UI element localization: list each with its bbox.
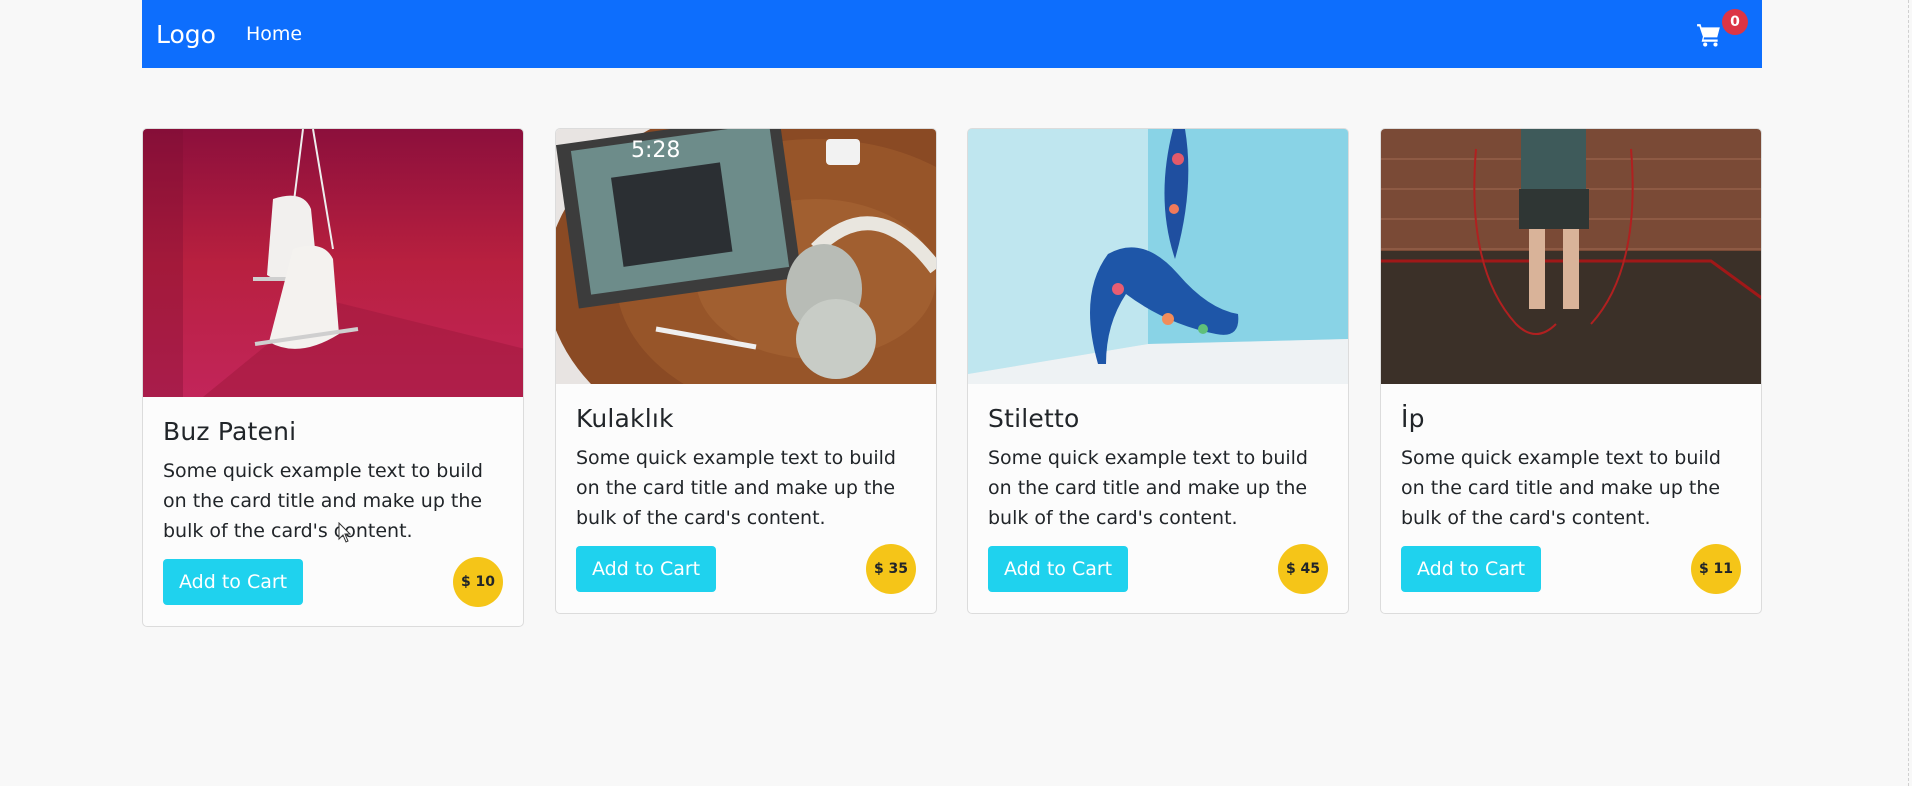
cart-button[interactable]: 0 [1696, 9, 1748, 50]
card-footer: Add to Cart $ 45 [988, 544, 1328, 594]
scrollbar-edge [1908, 0, 1912, 786]
add-to-cart-button[interactable]: Add to Cart [576, 546, 717, 592]
mouse-cursor-icon [338, 522, 352, 543]
headphones-tablet-photo: 5:28 [556, 129, 936, 384]
page: Logo Home 0 Buz Pateni Some quick exampl… [0, 0, 1912, 786]
price-badge: $ 35 [866, 544, 916, 594]
price-badge: $ 11 [1691, 544, 1741, 594]
card-text: Some quick example text to build on the … [988, 447, 1308, 529]
jump-rope-photo [1381, 129, 1761, 384]
brand-logo[interactable]: Logo [156, 20, 216, 49]
card-footer: Add to Cart $ 35 [576, 544, 916, 594]
nav-link-home[interactable]: Home [246, 23, 302, 45]
price-badge: $ 45 [1278, 544, 1328, 594]
price-badge: $ 10 [453, 557, 503, 607]
card-footer: Add to Cart $ 10 [163, 557, 503, 607]
stiletto-shoe-photo [968, 129, 1348, 384]
card-text: Some quick example text to build on the … [163, 460, 483, 542]
navbar: Logo Home 0 [142, 0, 1762, 68]
cart-count-badge: 0 [1722, 9, 1748, 35]
card-title: İp [1401, 404, 1425, 433]
card-text: Some quick example text to build on the … [576, 447, 896, 529]
add-to-cart-button[interactable]: Add to Cart [163, 559, 304, 605]
ice-skates-photo [143, 129, 523, 397]
card-body: Stiletto Some quick example text to buil… [968, 384, 1348, 613]
card-footer: Add to Cart $ 11 [1401, 544, 1741, 594]
add-to-cart-button[interactable]: Add to Cart [988, 546, 1129, 592]
svg-text:5:28: 5:28 [631, 138, 680, 163]
card-body: İp Some quick example text to build on t… [1381, 384, 1761, 613]
product-card-buz-pateni: Buz Pateni Some quick example text to bu… [142, 128, 524, 627]
card-title: Kulaklık [576, 404, 674, 433]
product-card-stiletto: Stiletto Some quick example text to buil… [967, 128, 1349, 614]
card-body: Buz Pateni Some quick example text to bu… [143, 397, 523, 626]
card-text: Some quick example text to build on the … [1401, 447, 1721, 529]
card-body: Kulaklık Some quick example text to buil… [556, 384, 936, 613]
add-to-cart-button[interactable]: Add to Cart [1401, 546, 1542, 592]
product-card-kulaklik: 5:28 Kulaklık Some quick example text to… [555, 128, 937, 614]
card-title: Stiletto [988, 404, 1080, 433]
product-card-ip: İp Some quick example text to build on t… [1380, 128, 1762, 614]
card-title: Buz Pateni [163, 417, 297, 446]
